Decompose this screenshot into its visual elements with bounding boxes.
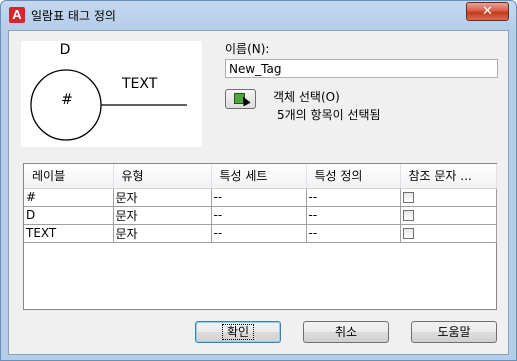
select-objects-button[interactable] [225,89,256,109]
cell-property-set[interactable]: -- [211,188,307,207]
table-row[interactable]: D 문자 -- -- [24,206,497,225]
column-header-label[interactable]: 레이블 [24,164,114,189]
cell-label[interactable]: D [24,206,114,225]
cell-label[interactable]: TEXT [24,224,114,243]
autocad-app-icon: A [9,7,25,23]
cancel-button[interactable]: 취소 [303,321,389,343]
cell-property-definition[interactable]: -- [306,224,401,243]
cell-property-definition[interactable]: -- [306,206,401,225]
close-button[interactable]: ✕ [466,2,509,21]
name-label: 이름(N): [225,42,270,56]
ok-button-label: 확인 [221,324,255,340]
table-row[interactable]: # 문자 -- -- [24,188,497,207]
cell-label[interactable]: # [24,188,114,207]
window-title: 일람표 태그 정의 [31,9,116,23]
cell-type[interactable]: 문자 [113,188,212,207]
column-header-reference-text[interactable]: 참조 문자 ... [400,164,497,189]
name-input[interactable] [225,59,498,78]
selection-count-text: 5개의 항목이 선택됨 [277,108,381,122]
grid-header-row: 레이블 유형 특성 세트 특성 정의 참조 문자 ... [24,164,497,189]
table-row[interactable]: TEXT 문자 -- -- [24,224,497,243]
dialog-body: D # TEXT 이름(N): 객체 선택(O) 5개의 항목이 선택됨 레이블… [8,30,509,355]
cell-type[interactable]: 문자 [113,206,212,225]
column-header-property-set[interactable]: 특성 세트 [211,164,307,189]
tag-definition-dialog: A 일람표 태그 정의 ✕ D # TEXT 이름(N): 객체 선택(O) 5… [0,0,517,361]
tag-preview: D # TEXT [21,41,202,147]
preview-label-hash: # [61,92,73,108]
cell-property-definition[interactable]: -- [306,188,401,207]
cursor-arrow-icon [239,94,251,107]
column-header-property-definition[interactable]: 특성 정의 [306,164,401,189]
cell-type[interactable]: 문자 [113,224,212,243]
cell-property-set[interactable]: -- [211,224,307,243]
column-header-type[interactable]: 유형 [113,164,212,189]
help-button[interactable]: 도움말 [411,321,497,343]
preview-label-d: D [60,42,71,58]
ok-button[interactable]: 확인 [195,321,281,343]
title-bar[interactable]: A 일람표 태그 정의 ✕ [1,1,516,29]
reference-text-checkbox[interactable] [402,228,414,239]
select-objects-label: 객체 선택(O) [273,90,340,104]
cell-reference-text[interactable] [400,188,497,207]
cell-reference-text[interactable] [400,224,497,243]
tag-properties-grid: 레이블 유형 특성 세트 특성 정의 참조 문자 ... # 문자 -- -- [23,163,497,310]
preview-label-text: TEXT [121,76,158,92]
tag-preview-drawing: D # TEXT [30,42,187,141]
reference-text-checkbox[interactable] [402,210,414,221]
cell-reference-text[interactable] [400,206,497,225]
reference-text-checkbox[interactable] [402,192,414,203]
cell-property-set[interactable]: -- [211,206,307,225]
